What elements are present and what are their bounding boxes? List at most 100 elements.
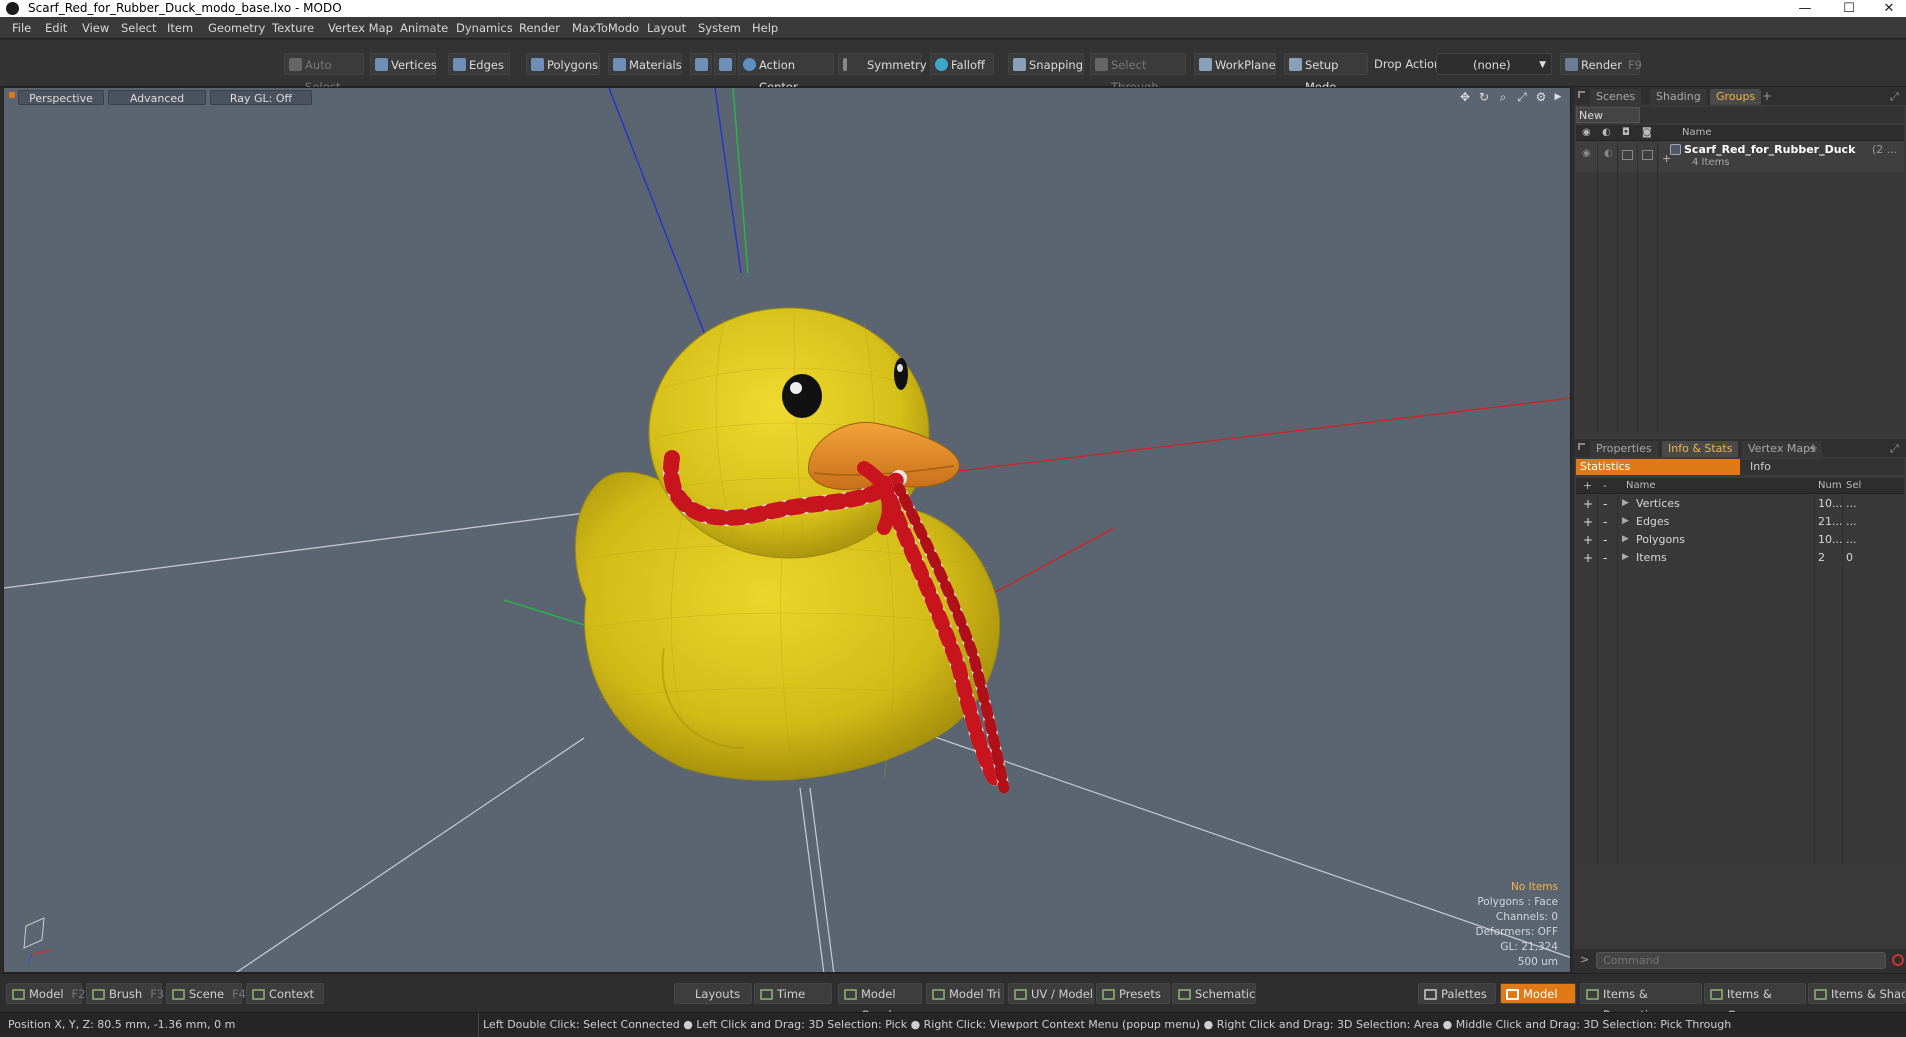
brush-layout-button[interactable]: Brush F3 [86, 983, 164, 1004]
row-expand-arrow-icon[interactable]: ▶ [1622, 516, 1629, 526]
menu-help[interactable]: Help [752, 21, 778, 35]
tab-info-stats[interactable]: Info & Stats [1662, 441, 1739, 457]
stats-row-polygons[interactable]: + - ▶ Polygons 10... ... [1576, 531, 1904, 549]
row-minus-icon[interactable]: - [1603, 551, 1607, 565]
model-tri-button[interactable]: Model Tri [926, 983, 1004, 1004]
materials-button[interactable]: Materials [608, 53, 682, 75]
menu-file[interactable]: File [12, 21, 31, 35]
menu-layout[interactable]: Layout [647, 21, 686, 35]
element-toggle-button[interactable] [690, 53, 712, 75]
expand-panel-icon[interactable]: ⤢ [1890, 90, 1899, 104]
layouts-button[interactable]: Layouts [674, 983, 752, 1004]
group-render-icon[interactable]: ◐ [1604, 148, 1613, 159]
row-minus-icon[interactable]: - [1603, 533, 1607, 547]
scene-layout-button[interactable]: Scene F4 [166, 983, 246, 1004]
stats-row-edges[interactable]: + - ▶ Edges 21... ... [1576, 513, 1904, 531]
tab-properties[interactable]: Properties [1590, 441, 1658, 457]
row-expand-arrow-icon[interactable]: ▶ [1622, 534, 1629, 544]
menu-edit[interactable]: Edit [45, 21, 67, 35]
3d-viewport[interactable]: Perspective Advanced Ray GL: Off ✥ ↻ ⌕ ⤢… [3, 87, 1571, 973]
menu-texture[interactable]: Texture [272, 21, 314, 35]
info-tab[interactable]: Info [1744, 459, 1902, 475]
pan-icon[interactable]: ✥ [1459, 91, 1471, 103]
menu-geometry[interactable]: Geometry [208, 21, 265, 35]
items-properties-button[interactable]: Items & Properties [1580, 983, 1702, 1022]
menu-dynamics[interactable]: Dynamics [456, 21, 513, 35]
menu-maxtomodo[interactable]: MaxToModo [572, 21, 639, 35]
statistics-tab[interactable]: Statistics [1576, 459, 1740, 475]
menu-system[interactable]: System [698, 21, 741, 35]
time-layout-button[interactable]: Time [754, 983, 832, 1004]
drop-action-select[interactable]: (none) ▼ [1436, 53, 1552, 75]
row-plus-icon[interactable]: + [1583, 497, 1593, 511]
falloff-button[interactable]: Falloff [930, 53, 994, 75]
items-groups-button[interactable]: Items & Groups [1704, 983, 1806, 1022]
close-button[interactable]: ✕ [1872, 0, 1906, 17]
row-plus-icon[interactable]: + [1583, 515, 1593, 529]
vertices-button[interactable]: Vertices [370, 53, 437, 75]
select-through-button[interactable]: Select Through [1090, 53, 1186, 94]
model-layout-button[interactable]: Model F2 [6, 983, 85, 1004]
expand-all-icon[interactable]: + [1583, 479, 1592, 492]
render-button[interactable]: Render F9 [1560, 53, 1642, 75]
command-input[interactable] [1596, 952, 1886, 969]
row-minus-icon[interactable]: - [1603, 515, 1607, 529]
row-plus-icon[interactable]: + [1583, 551, 1593, 565]
expand-panel-icon-2[interactable]: ⤢ [1890, 442, 1899, 456]
perspective-tab[interactable]: Perspective [18, 90, 104, 105]
settings-gear-icon[interactable]: ⚙ [1535, 91, 1547, 103]
advanced-tab[interactable]: Advanced [108, 90, 206, 105]
zoom-icon[interactable]: ⌕ [1497, 91, 1509, 103]
model-quad-button[interactable]: Model Quad [838, 983, 922, 1022]
viewport-menu-icon[interactable] [9, 92, 15, 98]
snapping-button[interactable]: Snapping [1008, 53, 1084, 75]
items-shading-button[interactable]: Items & Shading [1808, 983, 1906, 1004]
new-group-button[interactable]: New Group [1576, 107, 1640, 138]
action-center-button[interactable]: Action Center [738, 53, 834, 94]
row-expand-arrow-icon[interactable]: ▶ [1622, 552, 1629, 562]
element-toggle-button-2[interactable] [714, 53, 736, 75]
row-expand-arrow-icon[interactable]: ▶ [1622, 498, 1629, 508]
menu-render[interactable]: Render [519, 21, 560, 35]
add-tab-icon-2[interactable]: + [1808, 441, 1818, 455]
stats-row-items[interactable]: + - ▶ Items 2 0 [1576, 549, 1904, 567]
row-plus-icon[interactable]: + [1583, 533, 1593, 547]
stats-row-vertices[interactable]: + - ▶ Vertices 10... ... [1576, 495, 1904, 513]
raygl-tab[interactable]: Ray GL: Off [210, 90, 312, 105]
model-mode-button[interactable]: Model [1500, 983, 1576, 1004]
tab-scenes[interactable]: Scenes [1590, 89, 1642, 105]
group-lock-checkbox[interactable] [1622, 150, 1633, 160]
edges-label: Edges [469, 58, 504, 72]
symmetry-button[interactable]: Symmetry [838, 53, 927, 75]
menu-view[interactable]: View [82, 21, 109, 35]
context-layout-button[interactable]: Context [246, 983, 324, 1004]
maximize-button[interactable]: ☐ [1832, 0, 1866, 17]
add-tab-icon[interactable]: + [1762, 89, 1772, 103]
presets-button[interactable]: Presets [1096, 983, 1170, 1004]
group-select-checkbox[interactable] [1642, 150, 1653, 160]
rotate-icon[interactable]: ↻ [1478, 91, 1490, 103]
edges-button[interactable]: Edges [448, 53, 510, 75]
uv-model-button[interactable]: UV / Model [1008, 983, 1094, 1004]
fit-icon[interactable]: ⤢ [1516, 91, 1528, 103]
stats-row-num: 10... [1818, 533, 1843, 546]
setup-mode-button[interactable]: Setup Mode [1284, 53, 1368, 94]
group-row[interactable]: ◉ ◐ + Scarf_Red_for_Rubber_Duck (2 ... 4… [1576, 142, 1904, 172]
palettes-button[interactable]: Palettes [1418, 983, 1496, 1004]
command-history-icon[interactable] [1892, 954, 1904, 966]
menu-item[interactable]: Item [167, 21, 193, 35]
row-minus-icon[interactable]: - [1603, 497, 1607, 511]
collapse-all-icon[interactable]: - [1603, 479, 1607, 492]
polygons-button[interactable]: Polygons [526, 53, 600, 75]
menu-vertex-map[interactable]: Vertex Map [328, 21, 393, 35]
tab-groups[interactable]: Groups [1710, 89, 1762, 105]
menu-animate[interactable]: Animate [400, 21, 448, 35]
workplane-button[interactable]: WorkPlane [1194, 53, 1276, 75]
tab-shading[interactable]: Shading [1650, 89, 1707, 105]
menu-select[interactable]: Select [121, 21, 156, 35]
minimize-button[interactable]: — [1788, 0, 1822, 17]
play-arrow-icon[interactable]: ▶ [1552, 91, 1564, 103]
auto-select-button[interactable]: Auto Select [284, 53, 364, 94]
schematic-button[interactable]: Schematic [1172, 983, 1256, 1004]
group-visibility-icon[interactable]: ◉ [1582, 148, 1591, 159]
